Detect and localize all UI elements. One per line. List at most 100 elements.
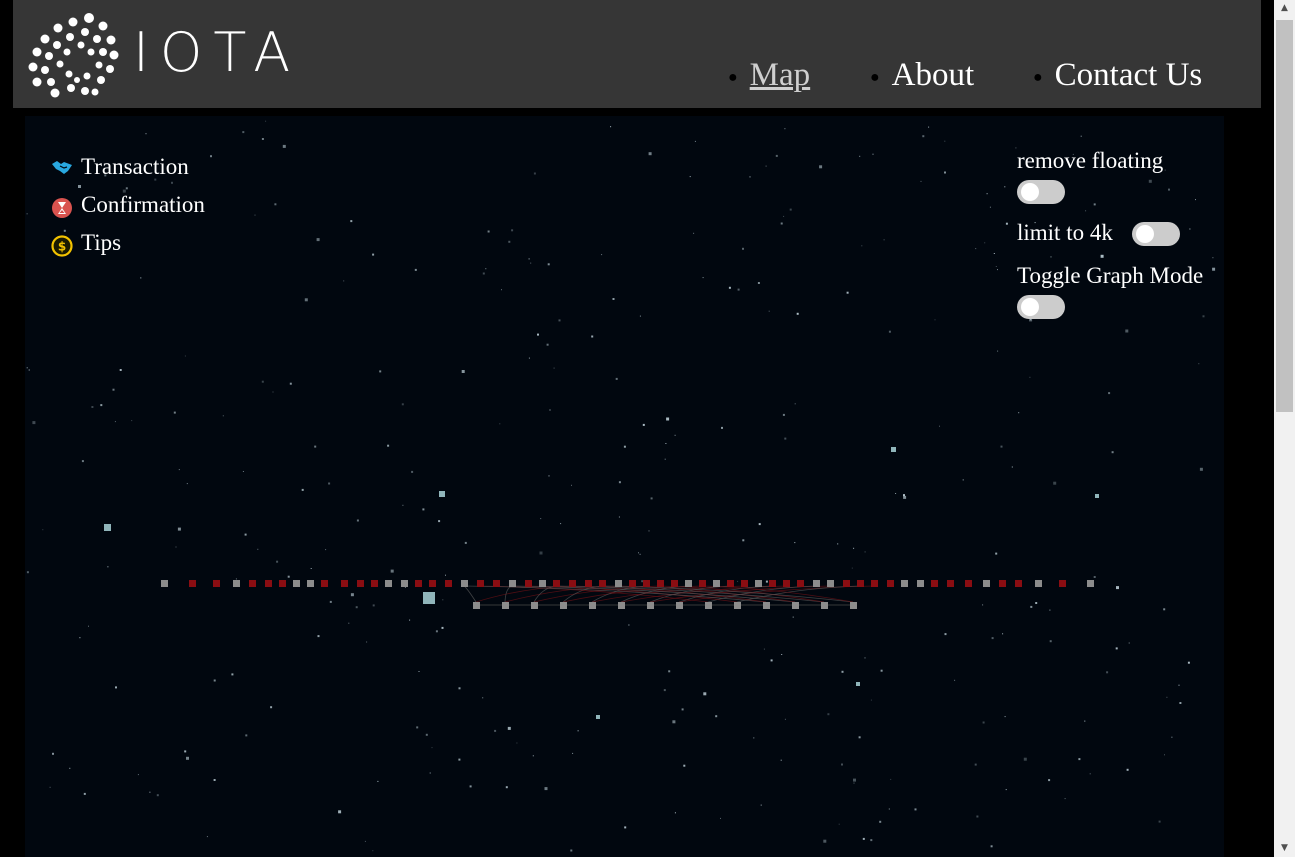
- scroll-thumb[interactable]: [1276, 20, 1293, 412]
- transaction-node: [585, 580, 592, 587]
- transaction-node: [931, 580, 938, 587]
- toggle-knob: [1136, 225, 1154, 243]
- transaction-node: [965, 580, 972, 587]
- nav-link-about[interactable]: About: [892, 57, 975, 93]
- handshake-icon: [52, 161, 72, 174]
- transaction-node: [1059, 580, 1066, 587]
- transaction-node: [857, 580, 864, 587]
- transaction-node: [901, 580, 908, 587]
- transaction-node: [233, 580, 240, 587]
- nav-item-map[interactable]: ● Map: [728, 56, 810, 96]
- logo-wordmark: IOTA: [133, 21, 302, 84]
- bullet-icon: ●: [728, 68, 738, 86]
- transaction-node: [477, 580, 484, 587]
- transaction-node: [671, 580, 678, 587]
- transaction-node: [525, 580, 532, 587]
- tangle-map-canvas[interactable]: Transaction Confirmation $ Tips remove f…: [25, 116, 1224, 857]
- graph-mode-toggle[interactable]: [1017, 295, 1065, 319]
- transaction-node: [415, 580, 422, 587]
- transaction-node: [599, 580, 606, 587]
- transaction-node: [999, 580, 1006, 587]
- transaction-node: [249, 580, 256, 587]
- tip-node: [821, 602, 828, 609]
- transaction-node: [629, 580, 636, 587]
- transaction-node: [755, 580, 762, 587]
- transaction-node: [917, 580, 924, 587]
- transaction-node: [429, 580, 436, 587]
- scroll-up-arrow-icon[interactable]: ▲: [1274, 0, 1295, 17]
- transaction-node: [371, 580, 378, 587]
- transaction-node: [401, 580, 408, 587]
- tip-node: [792, 602, 799, 609]
- transaction-node: [307, 580, 314, 587]
- limit-4k-toggle[interactable]: [1132, 222, 1180, 246]
- graph-mode-label: Toggle Graph Mode: [1017, 263, 1204, 288]
- tangle-edge: [463, 585, 477, 603]
- legend-confirmation-label: Confirmation: [81, 192, 205, 217]
- transaction-node: [947, 580, 954, 587]
- transaction-node: [813, 580, 820, 587]
- remove-floating-toggle[interactable]: [1017, 180, 1065, 204]
- transaction-node: [509, 580, 516, 587]
- transaction-node: [797, 580, 804, 587]
- nav-item-contact[interactable]: ● Contact Us: [1033, 56, 1202, 96]
- transaction-node: [1015, 580, 1022, 587]
- transaction-node: [189, 580, 196, 587]
- transaction-node: [1035, 580, 1042, 587]
- transaction-node: [643, 580, 650, 587]
- toggle-knob: [1021, 183, 1039, 201]
- tip-node: [676, 602, 683, 609]
- transaction-node: [657, 580, 664, 587]
- svg-text:$: $: [58, 240, 66, 254]
- scroll-down-arrow-icon[interactable]: ▼: [1274, 840, 1295, 857]
- remove-floating-label: remove floating: [1017, 148, 1164, 173]
- transaction-node: [539, 580, 546, 587]
- transaction-node: [321, 580, 328, 587]
- transaction-node: [265, 580, 272, 587]
- bullet-icon: ●: [1033, 68, 1043, 86]
- transaction-node: [615, 580, 622, 587]
- nav-link-contact[interactable]: Contact Us: [1055, 57, 1203, 93]
- transaction-node: [161, 580, 168, 587]
- transaction-node: [341, 580, 348, 587]
- transaction-node: [843, 580, 850, 587]
- transaction-node: [699, 580, 706, 587]
- nav-item-about[interactable]: ● About: [870, 56, 974, 96]
- transaction-node: [983, 580, 990, 587]
- transaction-node: [569, 580, 576, 587]
- toggle-knob: [1021, 298, 1039, 316]
- vertical-scrollbar[interactable]: ▲ ▼: [1274, 0, 1295, 857]
- tip-node: [763, 602, 770, 609]
- tip-node: [618, 602, 625, 609]
- transaction-node: [871, 580, 878, 587]
- tip-node: [734, 602, 741, 609]
- dollar-coin-icon: $: [51, 235, 73, 257]
- transaction-node: [685, 580, 692, 587]
- transaction-node: [727, 580, 734, 587]
- tip-node: [502, 602, 509, 609]
- transaction-node: [385, 580, 392, 587]
- transaction-node: [293, 580, 300, 587]
- tip-node: [647, 602, 654, 609]
- transaction-node: [553, 580, 560, 587]
- tip-node: [560, 602, 567, 609]
- transaction-node: [213, 580, 220, 587]
- transaction-node: [279, 580, 286, 587]
- bullet-icon: ●: [870, 68, 880, 86]
- tip-node: [705, 602, 712, 609]
- transaction-node: [445, 580, 452, 587]
- transaction-node: [357, 580, 364, 587]
- transaction-node: [887, 580, 894, 587]
- transaction-node: [461, 580, 468, 587]
- transaction-node: [1087, 580, 1094, 587]
- limit-4k-label: limit to 4k: [1017, 220, 1113, 245]
- hourglass-icon: [52, 198, 72, 218]
- legend-transaction-label: Transaction: [81, 154, 189, 179]
- top-header: IOTA ● Map ● About ● Contact Us: [13, 0, 1261, 108]
- legend-tips-label: Tips: [81, 230, 122, 255]
- nav-link-map[interactable]: Map: [750, 57, 811, 93]
- tip-node: [589, 602, 596, 609]
- transaction-node: [783, 580, 790, 587]
- iota-logo-icon: [28, 13, 119, 98]
- transaction-node: [493, 580, 500, 587]
